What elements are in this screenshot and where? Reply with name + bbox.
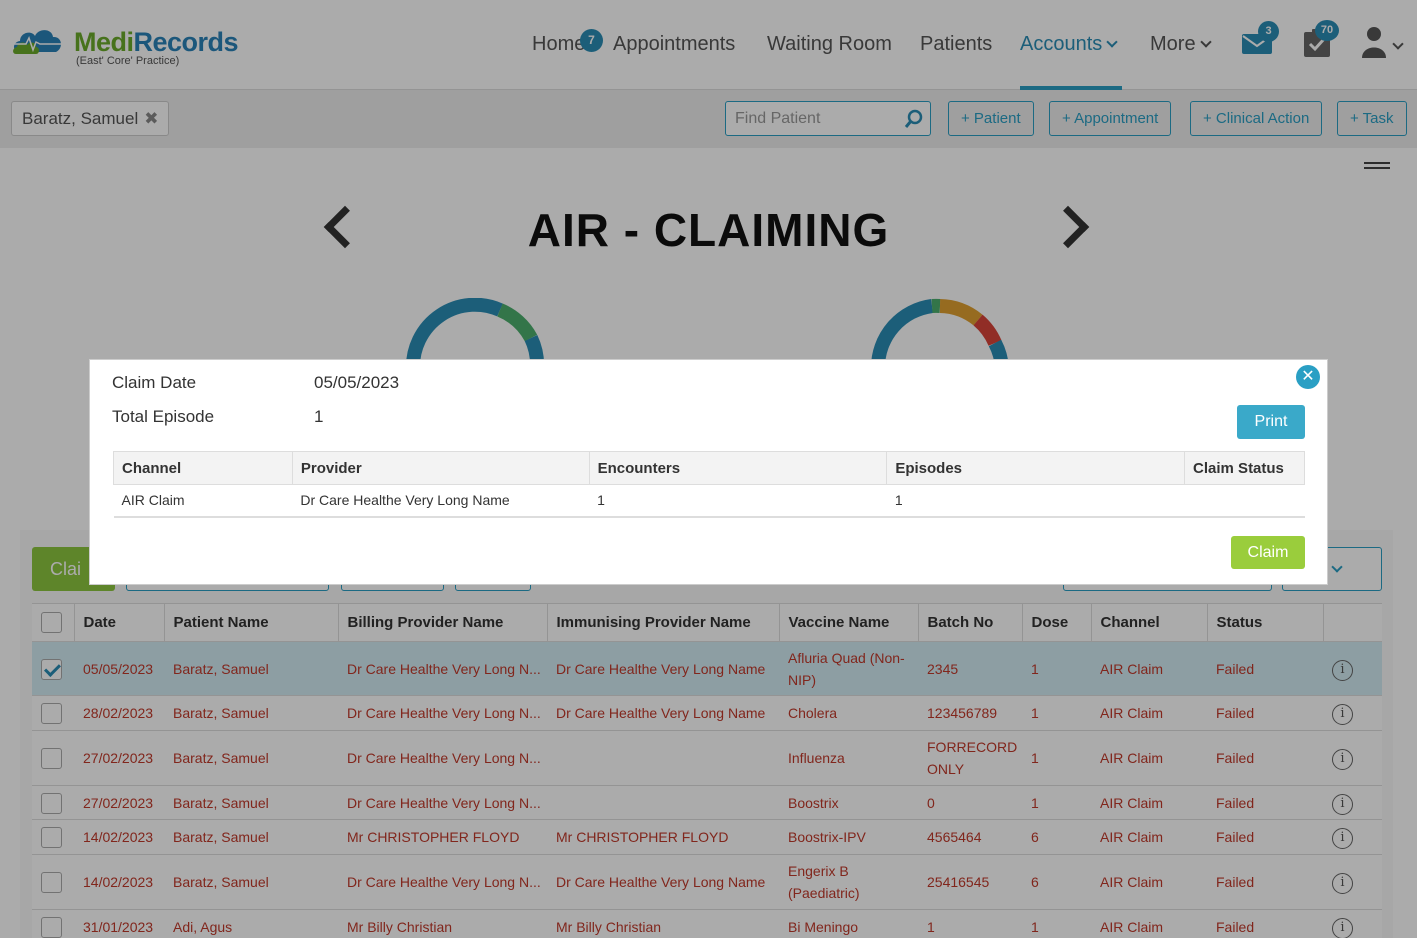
summary-cell-claim-status bbox=[1184, 484, 1305, 518]
summary-cell-channel: AIR Claim bbox=[113, 484, 293, 518]
claim-date-label: Claim Date bbox=[112, 373, 197, 392]
summary-cell-episodes: 1 bbox=[886, 484, 1185, 518]
summary-header-encounters: Encounters bbox=[588, 451, 888, 485]
print-button[interactable]: Print bbox=[1237, 405, 1305, 439]
claim-summary-modal: Claim Date 05/05/2023 Total Episode 1 ✕ … bbox=[89, 359, 1328, 585]
summary-header-row: Channel Provider Encounters Episodes Cla… bbox=[113, 451, 1305, 485]
claim-summary-table: Channel Provider Encounters Episodes Cla… bbox=[113, 451, 1305, 518]
total-episode-value: 1 bbox=[314, 407, 324, 426]
total-episode-label: Total Episode bbox=[112, 407, 215, 426]
summary-cell-provider: Dr Care Healthe Very Long Name bbox=[292, 484, 590, 518]
summary-header-provider: Provider bbox=[291, 451, 590, 485]
summary-cell-encounters: 1 bbox=[589, 484, 887, 518]
summary-header-claim-status: Claim Status bbox=[1184, 451, 1305, 485]
summary-header-episodes: Episodes bbox=[886, 451, 1186, 485]
summary-row: AIR Claim Dr Care Healthe Very Long Name… bbox=[113, 484, 1305, 518]
claim-button[interactable]: Claim bbox=[1231, 536, 1305, 569]
claim-date-value: 05/05/2023 bbox=[314, 373, 400, 392]
summary-header-channel: Channel bbox=[113, 451, 293, 485]
close-icon[interactable]: ✕ bbox=[1296, 365, 1320, 389]
